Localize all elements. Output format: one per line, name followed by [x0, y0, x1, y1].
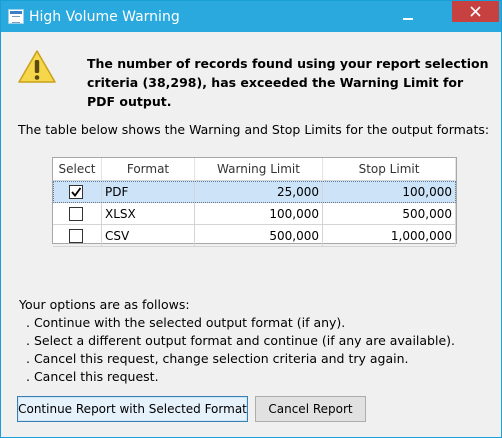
option-item: . Cancel this request. [26, 369, 159, 384]
column-header-format[interactable]: Format [102, 158, 195, 181]
warning-limit-cell: 25,000 [195, 181, 323, 203]
format-cell: PDF [102, 181, 195, 203]
window-title: High Volume Warning [29, 9, 180, 25]
close-icon [470, 6, 481, 17]
warning-limit-cell: 100,000 [195, 203, 323, 225]
option-item: . Cancel this request, change selection … [26, 351, 409, 366]
stop-limit-cell: 100,000 [323, 181, 456, 203]
title-bar[interactable]: High Volume Warning [1, 1, 501, 32]
warning-message: The number of records found using your r… [87, 56, 489, 109]
options-heading: Your options are as follows: [19, 297, 190, 312]
option-item: . Select a different output format and c… [26, 333, 456, 348]
column-header-select[interactable]: Select [53, 158, 102, 181]
cancel-report-button[interactable]: Cancel Report [255, 396, 366, 422]
warning-icon [18, 50, 56, 83]
select-cell [53, 203, 102, 225]
app-icon [8, 9, 24, 24]
continue-report-button[interactable]: Continue Report with Selected Format [17, 396, 248, 422]
dialog-window: High Volume Warning The number of record… [0, 0, 502, 438]
row-checkbox[interactable] [69, 229, 83, 243]
option-item: . Continue with the selected output form… [26, 315, 346, 330]
row-checkbox[interactable] [69, 185, 83, 199]
table-intro-text: The table below shows the Warning and St… [18, 122, 490, 137]
table-row[interactable]: CSV 500,000 1,000,000 [53, 225, 456, 247]
minimize-button[interactable] [397, 5, 419, 25]
options-section: Your options are as follows: . Continue … [19, 296, 455, 386]
format-cell: XLSX [102, 203, 195, 225]
options-list: . Continue with the selected output form… [19, 314, 455, 386]
table-row[interactable]: PDF 25,000 100,000 [53, 181, 456, 203]
row-checkbox[interactable] [69, 207, 83, 221]
table-header: Select Format Warning Limit Stop Limit [53, 158, 456, 181]
select-cell [53, 181, 102, 203]
select-cell [53, 225, 102, 247]
stop-limit-cell: 500,000 [323, 203, 456, 225]
column-header-stop-limit[interactable]: Stop Limit [323, 158, 456, 181]
format-cell: CSV [102, 225, 195, 247]
checkmark-icon [71, 187, 82, 197]
column-header-warning-limit[interactable]: Warning Limit [195, 158, 323, 181]
close-button[interactable] [452, 1, 499, 22]
warning-limit-cell: 500,000 [195, 225, 323, 247]
stop-limit-cell: 1,000,000 [323, 225, 456, 247]
limits-table: Select Format Warning Limit Stop Limit P… [52, 157, 457, 247]
table-row[interactable]: XLSX 100,000 500,000 [53, 203, 456, 225]
